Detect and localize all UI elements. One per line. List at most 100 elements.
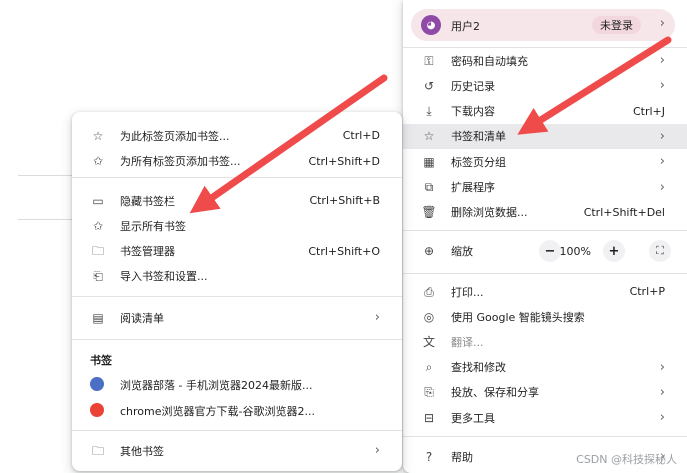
- submenu-item-5[interactable]: ⎗ 导入书签和设置...: [72, 264, 402, 289]
- star-icon: ☆: [423, 129, 435, 144]
- menu-item-history[interactable]: ↺ 历史记录 ›: [403, 73, 687, 98]
- menu-item-label: 删除浏览数据...: [451, 206, 528, 220]
- chevron-right-icon: ›: [659, 53, 665, 68]
- menu-separator: [72, 339, 402, 340]
- profile-name: 用户2: [451, 20, 480, 33]
- puzzle-icon: ⧉: [424, 180, 434, 194]
- menu-item-label: 其他书签: [120, 444, 164, 458]
- translate-icon: 文: [422, 334, 435, 349]
- menu-separator: [72, 430, 402, 431]
- menu-separator: [403, 230, 687, 231]
- page-divider: [18, 219, 78, 220]
- menu-separator: [403, 273, 687, 274]
- chevron-right-icon: ›: [374, 310, 380, 325]
- menu-item-label: 导入书签和设置...: [120, 270, 208, 284]
- zoom-label: 缩放: [451, 245, 473, 258]
- chevron-right-icon: ›: [659, 154, 665, 170]
- menu-item-lens[interactable]: ◎ 使用 Google 智能镜头搜索: [403, 304, 687, 329]
- menu-item-label: 扩展程序: [451, 181, 495, 194]
- avatar: ◕: [421, 15, 441, 35]
- menu-item-label: 翻译...: [451, 335, 484, 349]
- reading-list-icon: ▤: [92, 310, 104, 325]
- shortcut-hint: Ctrl+Shift+O: [308, 244, 380, 258]
- grid-icon: ▦: [423, 154, 435, 169]
- key-icon: ⚿: [424, 53, 434, 68]
- star-icon: ☆: [92, 128, 104, 143]
- fullscreen-button[interactable]: ⛶: [649, 240, 671, 262]
- menu-item-find[interactable]: ⌕ 查找和修改 ›: [403, 355, 687, 380]
- profile-row[interactable]: ◕ 用户2 未登录 ›: [411, 9, 675, 41]
- toolbox-icon: ⊟: [423, 410, 435, 425]
- zoom-icon: ⊕: [423, 244, 435, 258]
- zoom-row: ⊕ 缩放 − 100% + ⛶: [403, 238, 687, 264]
- menu-item-grid[interactable]: ▦ 标签页分组 ›: [403, 149, 687, 174]
- history-icon: ↺: [423, 78, 435, 93]
- signed-out-badge: 未登录: [592, 16, 641, 34]
- download-icon: ⤓: [426, 104, 432, 119]
- bookmarks-submenu: ☆ 为此标签页添加书签... Ctrl+D ✩ 为所有标签页添加书签... Ctrl+Sh…: [72, 112, 402, 471]
- menu-item-other-bookmarks[interactable]: 🗀 其他书签 ›: [72, 438, 402, 463]
- menu-item-label: 打印...: [451, 285, 484, 299]
- menu-item-star[interactable]: ☆ 书签和清单 ›: [403, 123, 687, 149]
- menu-item-label: 书签和清单: [451, 130, 506, 144]
- lens-icon: ◎: [423, 309, 435, 324]
- menu-item-label: 标签页分组: [451, 155, 506, 169]
- shortcut-hint: Ctrl+Shift+B: [309, 194, 380, 207]
- menu-separator: [72, 177, 402, 178]
- menu-item-label: 隐藏书签栏: [120, 194, 175, 208]
- menu-item-label: 为所有标签页添加书签...: [120, 155, 241, 168]
- submenu-item-1[interactable]: ✩ 为所有标签页添加书签... Ctrl+Shift+D: [72, 149, 402, 174]
- menu-item-reading-list[interactable]: ▤ 阅读清单 ›: [72, 305, 402, 330]
- submenu-item-4[interactable]: 🗀 书签管理器 Ctrl+Shift+O: [72, 239, 402, 264]
- menu-item-printer[interactable]: ⎙ 打印... Ctrl+P: [403, 279, 687, 304]
- menu-item-label: 显示所有书签: [120, 219, 186, 233]
- folder-icon: 🗀: [91, 244, 104, 259]
- zoom-in-button[interactable]: +: [603, 240, 625, 262]
- chevron-right-icon: ›: [374, 443, 380, 458]
- menu-item-translate[interactable]: 文 翻译...: [403, 329, 687, 354]
- shortcut-hint: Ctrl+J: [632, 104, 665, 118]
- menu-separator: [72, 296, 402, 297]
- bookmark-label: 浏览器部落 - 手机浏览器2024最新版...: [120, 378, 313, 392]
- menu-item-download[interactable]: ⤓ 下载内容 Ctrl+J: [403, 99, 687, 124]
- page-divider: [18, 175, 78, 176]
- bookmark-item[interactable]: chrome浏览器官方下载-谷歌浏览器2...: [72, 398, 402, 423]
- shortcut-hint: Ctrl+Shift+D: [308, 154, 380, 168]
- menu-item-share[interactable]: ⎘ 投放、保存和分享 ›: [403, 380, 687, 405]
- chevron-right-icon: ›: [659, 410, 665, 425]
- chevron-right-icon: ›: [659, 78, 665, 94]
- bookmarks-section-title: 书签: [90, 354, 112, 367]
- menu-item-label: 为此标签页添加书签...: [120, 129, 230, 143]
- star-add-icon: ✩: [92, 154, 104, 168]
- chevron-right-icon: ›: [659, 384, 665, 400]
- chrome-icon: [90, 403, 104, 417]
- menu-item-label: 历史记录: [451, 79, 495, 93]
- menu-item-label: 密码和自动填充: [451, 54, 528, 68]
- menu-item-label: 帮助: [451, 450, 473, 464]
- bookmark-item[interactable]: 浏览器部落 - 手机浏览器2024最新版...: [72, 372, 402, 397]
- menu-item-label: 使用 Google 智能镜头搜索: [451, 310, 585, 324]
- chevron-right-icon: ›: [659, 128, 665, 144]
- chevron-right-icon: ›: [659, 359, 665, 375]
- submenu-item-0[interactable]: ☆ 为此标签页添加书签... Ctrl+D: [72, 123, 402, 148]
- trash-icon: 🗑: [421, 205, 437, 220]
- help-icon: ?: [425, 449, 433, 464]
- submenu-item-3[interactable]: ✩ 显示所有书签: [72, 213, 402, 238]
- watermark: CSDN @科技探秘人: [576, 453, 677, 466]
- shortcut-hint: Ctrl+Shift+Del: [583, 205, 665, 219]
- menu-item-toolbox[interactable]: ⊟ 更多工具 ›: [403, 405, 687, 430]
- star-list-icon: ✩: [92, 218, 104, 233]
- shortcut-hint: Ctrl+D: [342, 129, 380, 142]
- menu-item-key[interactable]: ⚿ 密码和自动填充 ›: [403, 48, 687, 73]
- zoom-out-button[interactable]: −: [539, 240, 561, 262]
- find-icon: ⌕: [425, 360, 433, 375]
- menu-item-puzzle[interactable]: ⧉ 扩展程序 ›: [403, 175, 687, 200]
- submenu-item-2[interactable]: ▭ 隐藏书签栏 Ctrl+Shift+B: [72, 188, 402, 213]
- menu-item-label: 书签管理器: [120, 245, 175, 259]
- shortcut-hint: Ctrl+P: [629, 285, 665, 298]
- bookmark-bar-icon: ▭: [92, 193, 104, 208]
- import-icon: ⎗: [93, 269, 103, 284]
- menu-item-label: 查找和修改: [451, 361, 506, 375]
- menu-item-label: 下载内容: [451, 105, 495, 119]
- menu-item-trash[interactable]: 🗑 删除浏览数据... Ctrl+Shift+Del: [403, 200, 687, 225]
